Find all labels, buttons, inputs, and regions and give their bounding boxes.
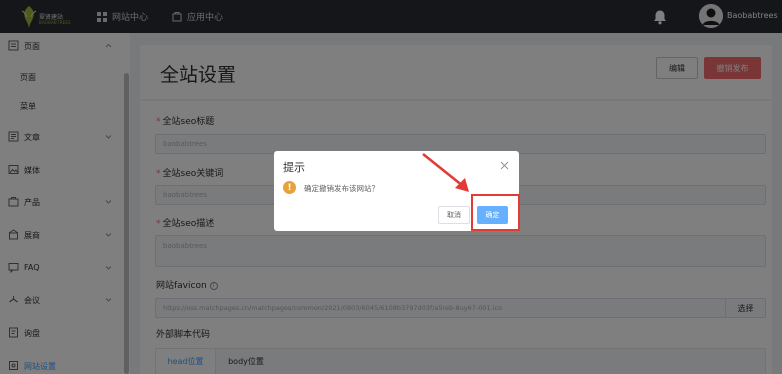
cancel-button[interactable]: 取消: [438, 206, 470, 224]
close-icon[interactable]: [500, 161, 509, 170]
annotation-arrow-icon: [422, 153, 469, 192]
dialog-message: 确定撤销发布该网站？: [304, 184, 379, 193]
dialog-title: 提示: [283, 161, 305, 174]
warning-icon: !: [283, 181, 296, 194]
annotation-highlight: [471, 194, 520, 231]
